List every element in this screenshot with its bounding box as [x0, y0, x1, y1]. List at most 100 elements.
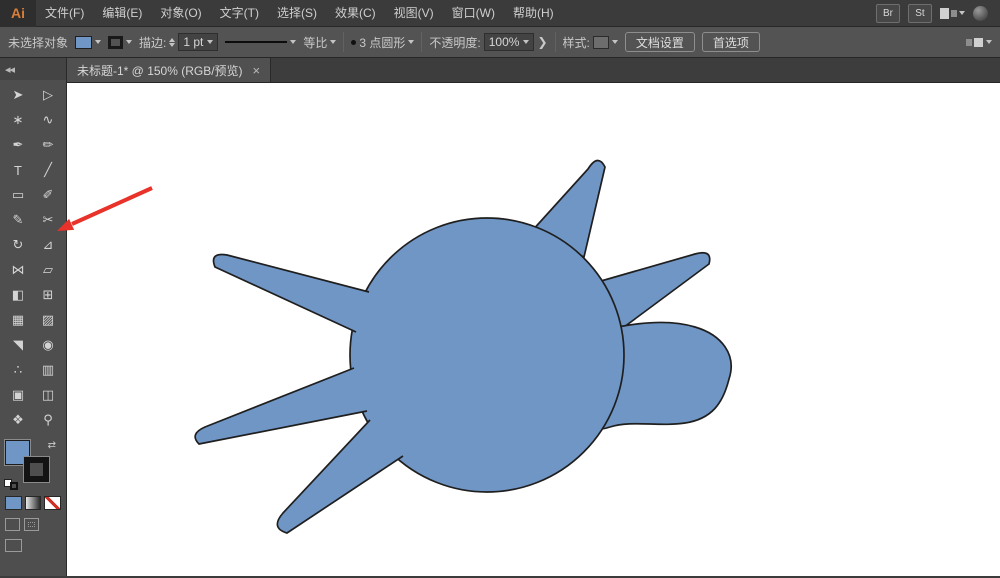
pencil-icon: ✎: [12, 212, 24, 227]
hand-icon: ❖: [12, 412, 24, 427]
spike-bottom: [276, 419, 404, 534]
blend-icon: ◉: [42, 337, 54, 352]
document-tab-title: 未标题-1* @ 150% (RGB/预览): [77, 63, 243, 78]
stroke-weight-value[interactable]: 1 pt: [178, 33, 219, 51]
menu-object[interactable]: 对象(O): [151, 0, 210, 27]
fill-color-dropdown[interactable]: [75, 35, 102, 49]
more-options-chevron[interactable]: ❯: [537, 35, 547, 49]
brush-preview-icon: [351, 39, 357, 45]
column-graph-icon: ▥: [41, 362, 55, 377]
gradient-mode-button[interactable]: [24, 496, 42, 510]
default-fill-stroke-icon[interactable]: [4, 479, 18, 490]
tool-scale[interactable]: ⊿: [33, 233, 63, 257]
tool-pencil[interactable]: ✎: [3, 208, 33, 232]
brush-value: 3 点圆形: [359, 35, 406, 50]
pen-icon: ✒: [12, 137, 24, 152]
chevron-down-icon: [330, 40, 337, 44]
stroke-color-swatch[interactable]: [108, 35, 124, 49]
eyedropper-icon: ◥: [13, 337, 23, 352]
tool-scissors[interactable]: ✂: [33, 208, 63, 232]
opacity-value-dropdown[interactable]: 100%: [483, 33, 535, 51]
panel-collapse-icon[interactable]: ◂◂: [5, 63, 15, 76]
menu-help[interactable]: 帮助(H): [504, 0, 563, 27]
tool-direct-selection[interactable]: ▷: [33, 83, 63, 107]
slice-icon: ◫: [41, 387, 55, 402]
tool-perspective-grid[interactable]: ⊞: [33, 283, 63, 307]
screen-mode-button[interactable]: [5, 539, 22, 552]
curvature-icon: ✏: [42, 137, 54, 152]
tool-free-transform[interactable]: ▱: [33, 258, 63, 282]
stock-button[interactable]: St: [908, 3, 932, 23]
color-mode-button[interactable]: [5, 496, 22, 510]
menu-file[interactable]: 文件(F): [36, 0, 93, 27]
preferences-button[interactable]: 首选项: [701, 32, 760, 52]
close-icon[interactable]: ×: [253, 63, 261, 78]
artwork-shape[interactable]: [67, 83, 999, 575]
tool-artboard[interactable]: ▣: [3, 383, 33, 407]
chevron-down-icon: [959, 11, 965, 15]
rotate-icon: ↻: [12, 237, 24, 252]
tool-rectangle[interactable]: ▭: [3, 183, 33, 207]
tool-gradient[interactable]: ▨: [33, 308, 63, 332]
stroke-style-dropdown[interactable]: [225, 40, 297, 44]
artboard-icon: ▣: [11, 387, 25, 402]
tool-symbol-sprayer[interactable]: ∴: [3, 358, 33, 382]
tool-width[interactable]: ⋈: [3, 258, 33, 282]
tool-eyedropper[interactable]: ◥: [3, 333, 33, 357]
tool-curvature[interactable]: ✏: [33, 133, 63, 157]
style-label: 样式:: [562, 35, 590, 50]
tool-rotate[interactable]: ↻: [3, 233, 33, 257]
tool-selection[interactable]: ➤: [3, 83, 33, 107]
tool-shape-builder[interactable]: ◧: [3, 283, 33, 307]
tool-pen[interactable]: ✒: [3, 133, 33, 157]
tool-slice[interactable]: ◫: [33, 383, 63, 407]
tool-lasso[interactable]: ∿: [33, 108, 63, 132]
menu-type[interactable]: 文字(T): [211, 0, 268, 27]
selection-icon: ➤: [12, 87, 24, 102]
document-setup-button[interactable]: 文档设置: [624, 32, 695, 52]
document-tab[interactable]: 未标题-1* @ 150% (RGB/预览) ×: [67, 58, 272, 82]
width-profile-dropdown[interactable]: 等比: [303, 34, 337, 51]
menu-bar: Ai 文件(F) 编辑(E) 对象(O) 文字(T) 选择(S) 效果(C) 视…: [0, 0, 1000, 27]
tool-blend[interactable]: ◉: [33, 333, 63, 357]
app-logo: Ai: [0, 0, 36, 27]
artboard-canvas[interactable]: [67, 83, 1000, 576]
gradient-icon: ▨: [41, 312, 55, 327]
stroke-indicator-swatch[interactable]: [24, 457, 49, 482]
tool-mesh[interactable]: ▦: [3, 308, 33, 332]
tools-grid: ➤ ▷ ∗ ∿ ✒ ✏ T ╱ ▭ ✐ ✎ ✂ ↻ ⊿ ⋈ ▱ ◧ ⊞ ▦ ▨ …: [0, 80, 66, 432]
swap-fill-stroke-icon[interactable]: ⇄: [48, 440, 56, 451]
brush-dropdown[interactable]: 3 点圆形: [351, 34, 415, 51]
stroke-weight-stepper[interactable]: [169, 37, 176, 47]
document-area: 未标题-1* @ 150% (RGB/预览) ×: [67, 58, 1000, 576]
tool-zoom[interactable]: ⚲: [33, 408, 63, 432]
menu-select[interactable]: 选择(S): [268, 0, 326, 27]
document-tab-bar: 未标题-1* @ 150% (RGB/预览) ×: [67, 58, 1000, 83]
menu-effect[interactable]: 效果(C): [326, 0, 385, 27]
tool-paintbrush[interactable]: ✐: [33, 183, 63, 207]
none-mode-button[interactable]: [44, 496, 62, 510]
scale-icon: ⊿: [42, 237, 54, 252]
selection-status-label: 未选择对象: [8, 35, 69, 50]
control-panel-menu[interactable]: [966, 37, 992, 47]
menu-edit[interactable]: 编辑(E): [93, 0, 151, 27]
bridge-button[interactable]: Br: [876, 3, 900, 23]
tool-hand[interactable]: ❖: [3, 408, 33, 432]
line-segment-icon: ╱: [44, 162, 52, 177]
fill-color-swatch[interactable]: [75, 35, 93, 49]
tool-magic-wand[interactable]: ∗: [3, 108, 33, 132]
perspective-grid-icon: ⊞: [42, 287, 54, 302]
chevron-down-icon: [290, 40, 297, 44]
menu-window[interactable]: 窗口(W): [443, 0, 504, 27]
stroke-color-dropdown[interactable]: [108, 35, 133, 49]
tool-column-graph[interactable]: ▥: [33, 358, 63, 382]
free-transform-icon: ▱: [43, 262, 53, 277]
tool-type[interactable]: T: [3, 158, 33, 182]
draw-normal-mode-button[interactable]: [5, 518, 20, 531]
workspace-layout-icon[interactable]: [940, 7, 965, 19]
style-swatch[interactable]: [592, 35, 609, 49]
tool-line-segment[interactable]: ╱: [33, 158, 63, 182]
draw-behind-mode-button[interactable]: [24, 518, 39, 531]
workspace-sphere-icon[interactable]: [973, 5, 988, 21]
menu-view[interactable]: 视图(V): [385, 0, 443, 27]
